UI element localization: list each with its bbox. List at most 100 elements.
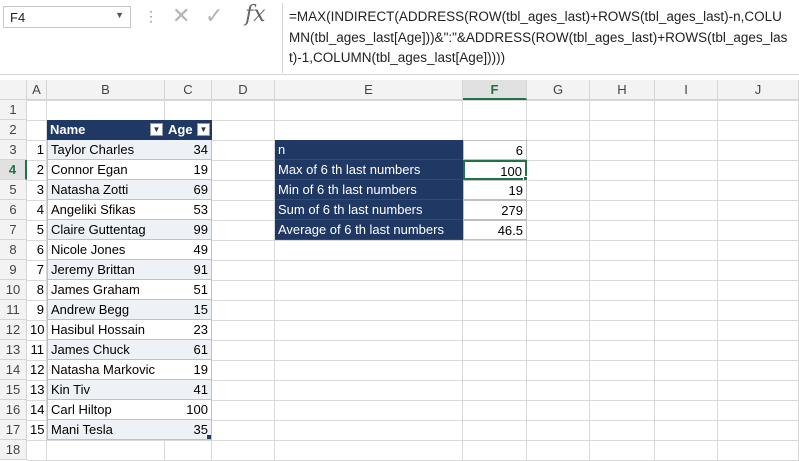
table-cell-name[interactable]: Jeremy Brittan xyxy=(47,260,165,280)
table-cell-age[interactable]: 15 xyxy=(165,300,212,320)
table-cell-age[interactable]: 69 xyxy=(165,180,212,200)
column-header-a[interactable]: A xyxy=(27,80,47,100)
row-header-2[interactable]: 2 xyxy=(0,120,27,140)
fx-icon[interactable]: fx xyxy=(245,2,266,27)
table-cell-name[interactable]: Taylor Charles xyxy=(47,140,165,160)
row-header-9[interactable]: 9 xyxy=(0,260,27,280)
summary-value[interactable]: 6 xyxy=(463,140,527,160)
table-cell-age[interactable]: 23 xyxy=(165,320,212,340)
grid-vline xyxy=(589,100,590,461)
summary-value[interactable]: 279 xyxy=(463,200,527,220)
column-header-f[interactable]: F xyxy=(463,80,527,100)
summary-label: Average of 6 th last numbers xyxy=(275,220,463,240)
table-cell-age[interactable]: 99 xyxy=(165,220,212,240)
table-header-name[interactable]: Name ▼ xyxy=(47,120,165,140)
row-index: 14 xyxy=(30,402,45,417)
table-cell-name[interactable]: James Chuck xyxy=(47,340,165,360)
table-cell-age[interactable]: 19 xyxy=(165,160,212,180)
active-cell[interactable]: 100 xyxy=(463,160,527,180)
row-index: 2 xyxy=(36,162,44,177)
table-cell-name[interactable]: Nicole Jones xyxy=(47,240,165,260)
row-header-14[interactable]: 14 xyxy=(0,360,27,380)
table-cell-name[interactable]: Mani Tesla xyxy=(47,420,165,440)
more-options-icon[interactable]: ⋮ xyxy=(144,8,158,25)
row-index: 3 xyxy=(36,182,44,197)
summary-value[interactable]: 19 xyxy=(463,180,527,200)
row-index: 12 xyxy=(30,362,45,377)
summary-label: Min of 6 th last numbers xyxy=(275,180,463,200)
table-cell-age[interactable]: 61 xyxy=(165,340,212,360)
cancel-icon[interactable]: ✕ xyxy=(172,5,190,27)
table-cell-name[interactable]: Carl Hiltop xyxy=(47,400,165,420)
table-cell-age[interactable]: 100 xyxy=(165,400,212,420)
row-index: 8 xyxy=(36,282,44,297)
row-header-11[interactable]: 11 xyxy=(0,300,27,320)
header-label-age: Age xyxy=(168,122,193,137)
table-cell-name[interactable]: Angeliki Sfikas xyxy=(47,200,165,220)
grid-vline xyxy=(717,100,718,461)
table-cell-name[interactable]: James Graham xyxy=(47,280,165,300)
column-header-j[interactable]: J xyxy=(718,80,799,100)
summary-value[interactable]: 46.5 xyxy=(463,220,527,240)
row-index: 1 xyxy=(36,142,44,157)
row-header-13[interactable]: 13 xyxy=(0,340,27,360)
table-cell-name[interactable]: Natasha Markovic xyxy=(47,360,165,380)
header-label-name: Name xyxy=(50,122,86,137)
row-header-15[interactable]: 15 xyxy=(0,380,27,400)
table-cell-name[interactable]: Hasibul Hossain xyxy=(47,320,165,340)
table-resize-handle[interactable] xyxy=(207,435,211,439)
table-header-age[interactable]: Age ▼ xyxy=(165,120,212,140)
select-all-corner[interactable] xyxy=(0,80,27,100)
table-cell-age[interactable]: 91 xyxy=(165,260,212,280)
table-cell-name[interactable]: Natasha Zotti xyxy=(47,180,165,200)
row-header-6[interactable]: 6 xyxy=(0,200,27,220)
table-cell-age[interactable]: 49 xyxy=(165,240,212,260)
name-box-value: F4 xyxy=(10,10,26,25)
chevron-down-icon[interactable]: ▼ xyxy=(197,123,210,136)
row-index: 15 xyxy=(30,422,45,437)
table-cell-age[interactable]: 51 xyxy=(165,280,212,300)
summary-label: Max of 6 th last numbers xyxy=(275,160,463,180)
row-header-1[interactable]: 1 xyxy=(0,100,27,120)
row-index: 13 xyxy=(30,382,45,397)
table-cell-age[interactable]: 41 xyxy=(165,380,212,400)
column-header-h[interactable]: H xyxy=(590,80,655,100)
name-box[interactable]: F4 ▼ xyxy=(3,6,131,28)
formula-input[interactable]: =MAX(INDIRECT(ADDRESS(ROW(tbl_ages_last)… xyxy=(282,3,797,73)
chevron-down-icon[interactable]: ▼ xyxy=(115,10,124,20)
row-header-12[interactable]: 12 xyxy=(0,320,27,340)
check-icon[interactable]: ✓ xyxy=(205,5,223,27)
row-header-5[interactable]: 5 xyxy=(0,180,27,200)
grid-vline xyxy=(654,100,655,461)
row-header-3[interactable]: 3 xyxy=(0,140,27,160)
row-index: 4 xyxy=(36,202,44,217)
row-header-16[interactable]: 16 xyxy=(0,400,27,420)
row-index: 11 xyxy=(30,342,45,357)
row-header-17[interactable]: 17 xyxy=(0,420,27,440)
row-header-10[interactable]: 10 xyxy=(0,280,27,300)
row-index: 10 xyxy=(30,322,45,337)
row-index: 6 xyxy=(36,242,44,257)
table-cell-name[interactable]: Kin Tiv xyxy=(47,380,165,400)
column-header-e[interactable]: E xyxy=(275,80,463,100)
summary-label: Sum of 6 th last numbers xyxy=(275,200,463,220)
table-cell-age[interactable]: 19 xyxy=(165,360,212,380)
row-header-4[interactable]: 4 xyxy=(0,160,27,180)
table-cell-name[interactable]: Connor Egan xyxy=(47,160,165,180)
table-cell-name[interactable]: Andrew Begg xyxy=(47,300,165,320)
table-cell-age[interactable]: 34 xyxy=(165,140,212,160)
summary-label: n xyxy=(275,140,463,160)
row-header-8[interactable]: 8 xyxy=(0,240,27,260)
table-cell-age[interactable]: 35 xyxy=(165,420,212,440)
column-header-g[interactable]: G xyxy=(527,80,590,100)
table-cell-age[interactable]: 53 xyxy=(165,200,212,220)
column-header-c[interactable]: C xyxy=(165,80,212,100)
row-header-18[interactable]: 18 xyxy=(0,440,27,460)
row-index: 9 xyxy=(36,302,44,317)
column-header-i[interactable]: I xyxy=(655,80,718,100)
chevron-down-icon[interactable]: ▼ xyxy=(150,123,163,136)
row-header-7[interactable]: 7 xyxy=(0,220,27,240)
column-header-d[interactable]: D xyxy=(212,80,275,100)
column-header-b[interactable]: B xyxy=(47,80,165,100)
table-cell-name[interactable]: Claire Guttentag xyxy=(47,220,165,240)
